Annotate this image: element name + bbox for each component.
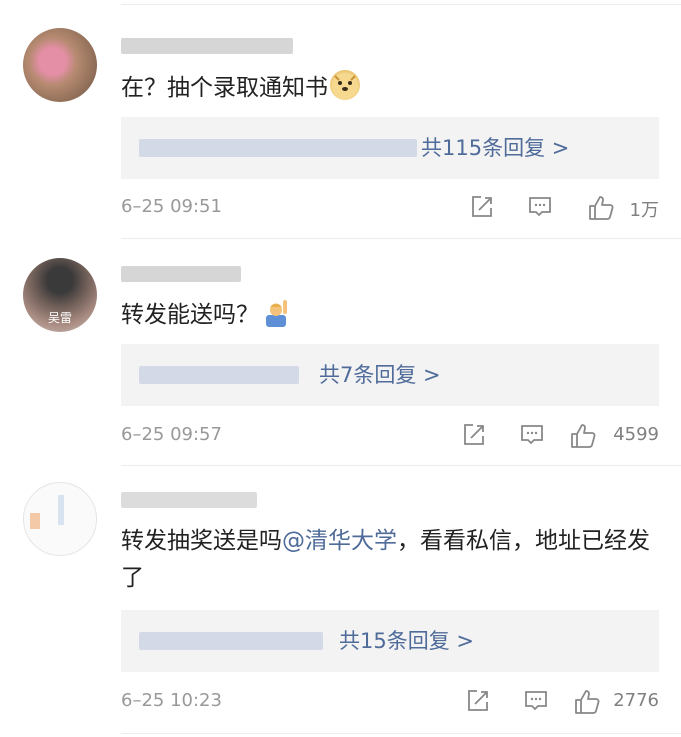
reply-summary-box[interactable]: 共7条回复 > xyxy=(121,344,659,406)
comment-text-body: 转发能送吗？ xyxy=(121,302,259,328)
like-count: 1万 xyxy=(629,200,659,221)
reply-user-blurred xyxy=(139,139,417,157)
comment-text: 转发能送吗？ xyxy=(121,297,651,334)
comment-text-before: 转发抽奖送是吗 xyxy=(121,528,282,554)
thumbs-up-icon[interactable] xyxy=(587,194,615,226)
like-count: 2776 xyxy=(613,690,659,711)
share-icon[interactable] xyxy=(461,422,487,452)
mention-link[interactable]: @清华大学 xyxy=(282,528,397,554)
like-count: 4599 xyxy=(613,424,659,445)
comment-meta: 6–25 09:51 1万 xyxy=(121,192,659,226)
avatar-decoration xyxy=(58,495,64,525)
reply-summary-link[interactable]: 共7条回复 > xyxy=(319,360,441,390)
share-icon[interactable] xyxy=(465,688,491,718)
divider xyxy=(121,238,681,239)
divider xyxy=(121,4,681,5)
divider xyxy=(121,733,681,734)
comment-icon[interactable] xyxy=(519,422,545,452)
username-blurred[interactable] xyxy=(121,38,293,54)
share-icon[interactable] xyxy=(469,194,495,224)
reply-summary-link[interactable]: 共15条回复 > xyxy=(339,626,474,656)
comment-meta: 6–25 09:57 4599 xyxy=(121,420,659,454)
avatar[interactable] xyxy=(23,28,97,102)
reply-summary-box[interactable]: 共115条回复 > xyxy=(121,117,659,179)
comment-icon[interactable] xyxy=(527,194,553,224)
comment-text-body: 在？抽个录取通知书 xyxy=(121,75,328,101)
comment-text: 转发抽奖送是吗@清华大学，看看私信，地址已经发了 xyxy=(121,523,651,597)
avatar-decoration xyxy=(30,513,40,529)
avatar[interactable]: 吴雷 xyxy=(23,258,97,332)
divider xyxy=(121,465,681,466)
avatar-label: 吴雷 xyxy=(47,311,72,325)
thumbs-up-icon[interactable] xyxy=(569,422,597,454)
thumbs-up-icon[interactable] xyxy=(573,688,601,720)
username-blurred[interactable] xyxy=(121,266,241,282)
reply-summary-box[interactable]: 共15条回复 > xyxy=(121,610,659,672)
username-blurred[interactable] xyxy=(121,492,257,508)
comment-time: 6–25 09:51 xyxy=(121,196,222,217)
doge-emoji xyxy=(330,70,360,100)
comment-icon[interactable] xyxy=(523,688,549,718)
person-raising-hand-emoji xyxy=(261,297,291,327)
comment-time: 6–25 09:57 xyxy=(121,424,222,445)
reply-user-blurred xyxy=(139,366,299,384)
comment-meta: 6–25 10:23 2776 xyxy=(121,686,659,720)
comment-text: 在？抽个录取通知书 xyxy=(121,70,651,107)
reply-user-blurred xyxy=(139,632,323,650)
reply-summary-link[interactable]: 共115条回复 > xyxy=(421,133,569,163)
comment-time: 6–25 10:23 xyxy=(121,690,222,711)
avatar[interactable] xyxy=(23,482,97,556)
